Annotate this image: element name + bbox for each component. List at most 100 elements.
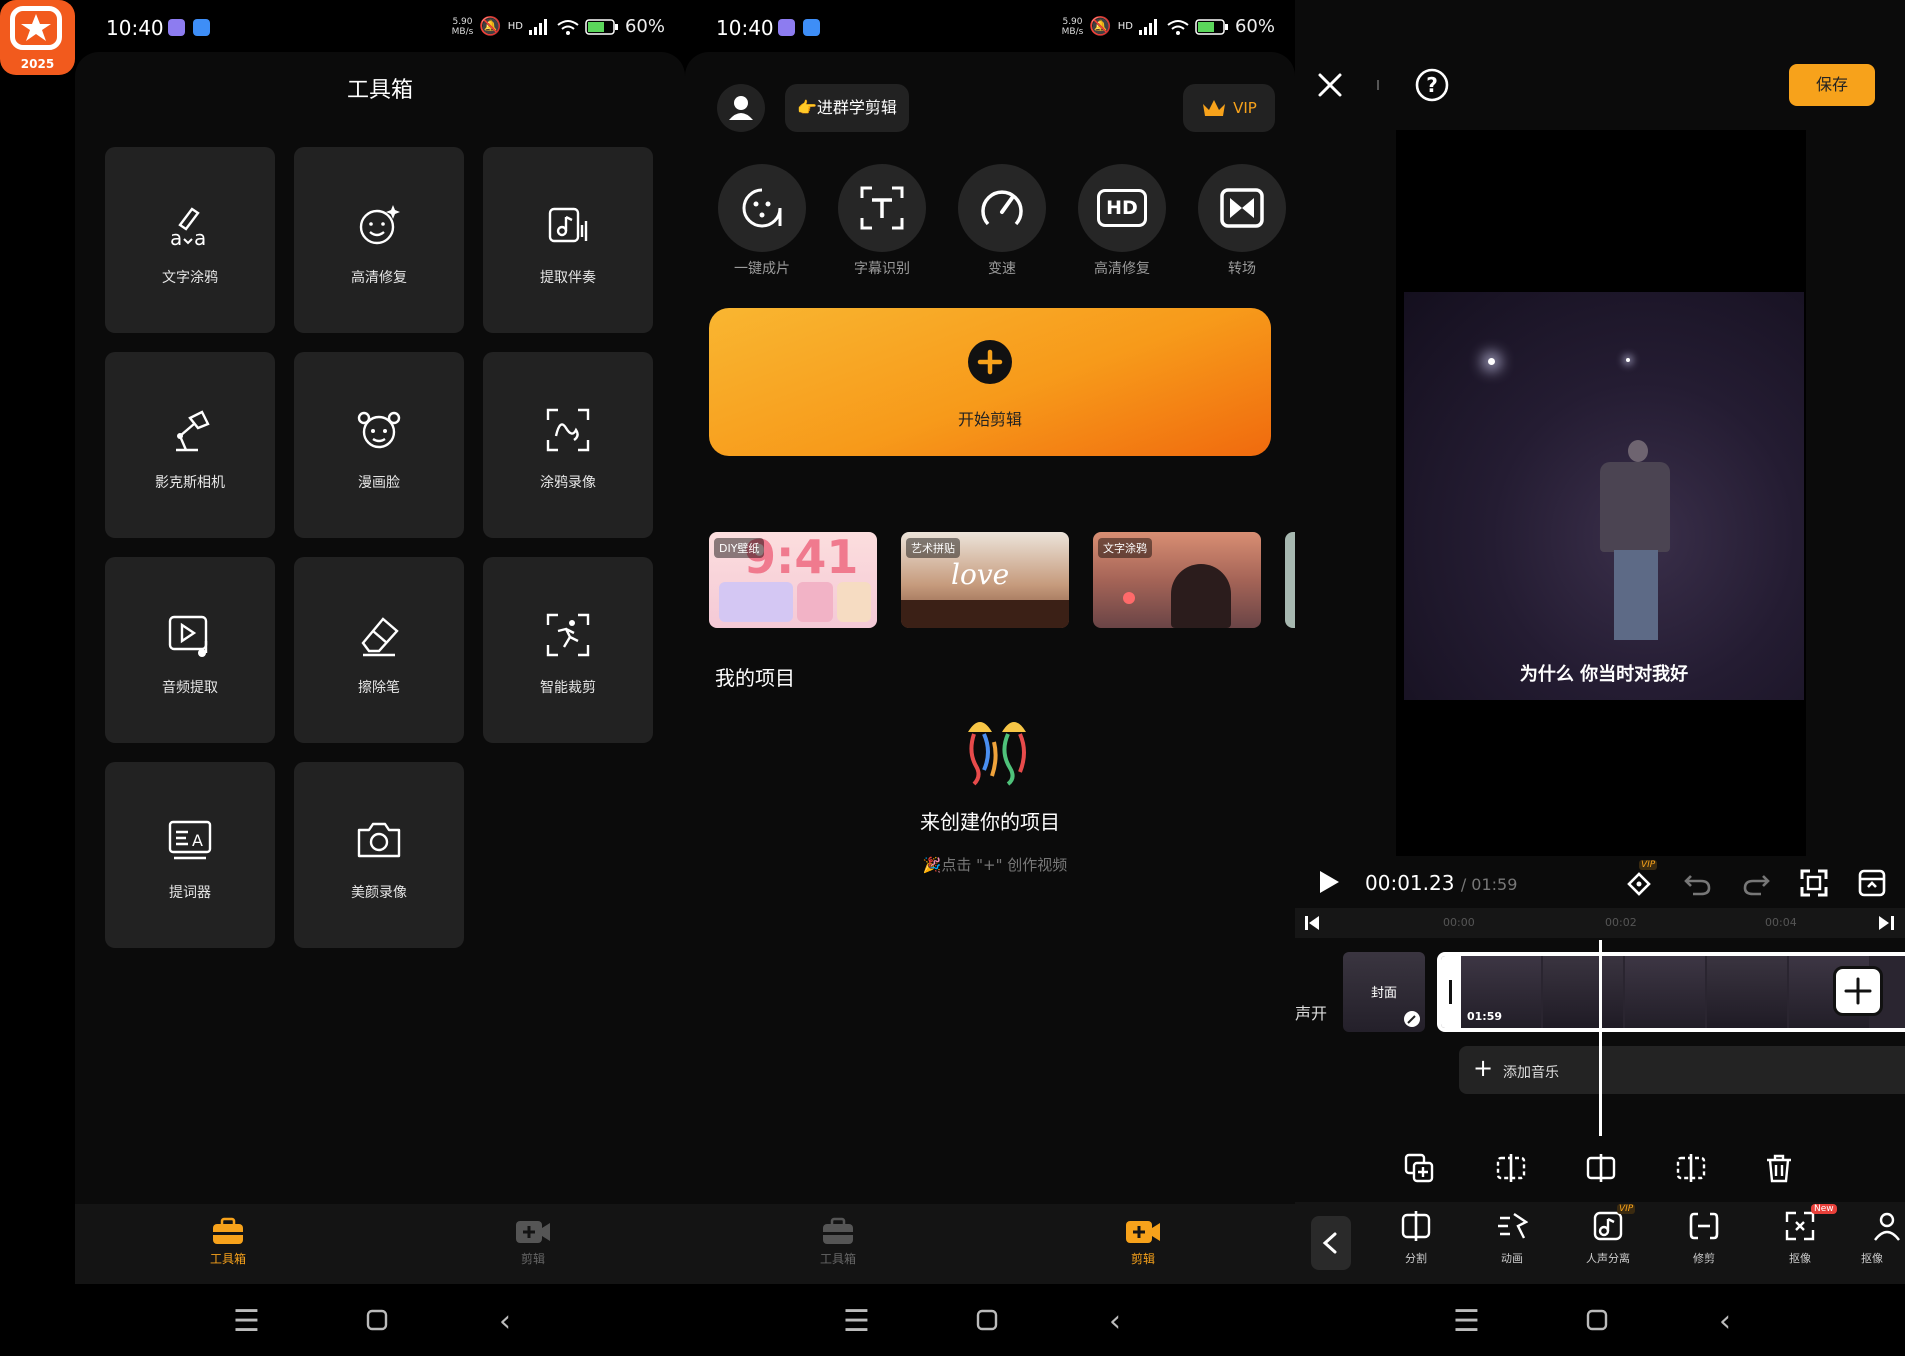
help-icon[interactable]: ? <box>1415 68 1449 102</box>
add-music-label: 添加音乐 <box>1503 1065 1559 1081</box>
tool-audio-extract[interactable]: 音频提取 <box>105 557 275 743</box>
tool-label: 智能裁剪 <box>540 680 596 696</box>
add-clip-button[interactable] <box>1833 966 1883 1016</box>
svg-text:?: ? <box>1426 73 1438 97</box>
tool-split[interactable]: 分割 <box>1381 1210 1451 1266</box>
back-icon[interactable]: ‹ <box>1719 1304 1731 1339</box>
status-time: 10:40 <box>716 16 774 40</box>
delete-icon[interactable] <box>1763 1152 1795 1184</box>
start-editing-button[interactable]: 开始剪辑 <box>709 308 1271 456</box>
home-icon[interactable] <box>1586 1309 1608 1331</box>
split-center-icon[interactable] <box>1585 1152 1617 1184</box>
nav-toolbox[interactable]: 工具箱 <box>198 1216 258 1267</box>
home-icon[interactable] <box>366 1309 388 1331</box>
doodle-record-icon <box>546 408 590 452</box>
tool-lamp-camera[interactable]: 影克斯相机 <box>105 352 275 538</box>
tool-cutout[interactable]: 抠像 New <box>1765 1204 1837 1266</box>
template-text-doodle[interactable]: 文字涂鸦 <box>1093 532 1261 628</box>
redo-icon[interactable] <box>1741 870 1771 896</box>
tool-animation[interactable]: 动画 <box>1477 1210 1547 1266</box>
tool-label: 文字涂鸦 <box>162 270 218 286</box>
tool-label: 动画 <box>1501 1252 1523 1265</box>
mute-icon: 🔕 <box>1089 16 1112 37</box>
tool-cartoon-face[interactable]: 漫画脸 <box>294 352 464 538</box>
home-icon[interactable] <box>976 1309 998 1331</box>
copy-add-icon[interactable] <box>1403 1152 1435 1184</box>
back-icon[interactable]: ‹ <box>499 1304 511 1339</box>
toolbar-back-button[interactable] <box>1311 1216 1351 1270</box>
hd-icon: HD <box>1097 189 1147 227</box>
quick-transition[interactable] <box>1198 164 1286 252</box>
keyframe-button[interactable]: VIP <box>1625 860 1661 900</box>
quick-hd[interactable]: HD <box>1078 164 1166 252</box>
nav-edit[interactable]: 剪辑 <box>503 1216 563 1267</box>
quick-one-click[interactable] <box>718 164 806 252</box>
home-panel: 👉进群学剪辑 VIP 一键成片 字幕识别 变速 HD 高清修复 转场 开始剪辑 … <box>685 52 1295 1284</box>
edit-cover-icon <box>1404 1011 1420 1027</box>
transition-icon <box>1220 188 1264 228</box>
save-button[interactable]: 保存 <box>1789 64 1875 106</box>
smart-crop-icon <box>546 613 590 657</box>
silhouette <box>901 600 1069 628</box>
tool-teleprompter[interactable]: A 提词器 <box>105 762 275 948</box>
tool-trim[interactable]: 修剪 <box>1669 1210 1739 1266</box>
menu-icon[interactable]: ☰ <box>843 1304 870 1339</box>
crown-icon <box>1203 100 1226 116</box>
tool-smart-crop[interactable]: 智能裁剪 <box>483 557 653 743</box>
vip-button[interactable]: VIP <box>1183 84 1275 132</box>
start-editing-label: 开始剪辑 <box>957 410 1022 429</box>
template-more[interactable] <box>1285 532 1295 628</box>
logo-star-icon <box>21 14 51 41</box>
template-art-collage[interactable]: love 艺术拼贴 <box>901 532 1069 628</box>
quick-subtitle[interactable] <box>838 164 926 252</box>
undo-icon[interactable] <box>1683 870 1713 896</box>
current-time: 00:01.23 <box>1365 871 1455 895</box>
network-type: HD <box>507 21 523 32</box>
cover-thumb[interactable]: 封面 <box>1343 952 1425 1032</box>
tool-hd-restore[interactable]: 高清修复 <box>294 147 464 333</box>
add-music-track[interactable]: + 添加音乐 <box>1459 1046 1905 1094</box>
clip-handle-left[interactable] <box>1441 956 1461 1028</box>
heart-card <box>797 582 833 622</box>
template-diy-wallpaper[interactable]: 9:41 DIY壁纸 <box>709 532 877 628</box>
video-preview[interactable]: 为什么 你当时对我好 <box>1396 130 1806 856</box>
tool-extract-accompaniment[interactable]: 提取伴奏 <box>483 147 653 333</box>
fullscreen-icon[interactable] <box>1799 868 1829 898</box>
singer-head <box>1628 440 1648 462</box>
tool-beauty-record[interactable]: 美颜录像 <box>294 762 464 948</box>
tool-label: 涂鸦录像 <box>540 475 596 491</box>
back-icon[interactable]: ‹ <box>1109 1304 1121 1339</box>
nav-edit[interactable]: 剪辑 <box>1113 1216 1173 1267</box>
playhead[interactable] <box>1599 940 1602 1136</box>
menu-icon[interactable]: ☰ <box>1453 1304 1480 1339</box>
tool-eraser[interactable]: 擦除笔 <box>294 557 464 743</box>
tool-doodle-record[interactable]: 涂鸦录像 <box>483 352 653 538</box>
quick-label: 一键成片 <box>734 261 790 277</box>
join-group-button[interactable]: 👉进群学剪辑 <box>785 84 909 132</box>
tool-vocal-separate[interactable]: 人声分离 VIP <box>1573 1204 1643 1266</box>
lamp-camera-icon <box>176 410 210 452</box>
jump-start-icon[interactable] <box>1305 916 1321 930</box>
chevron-left-icon <box>1322 1232 1337 1254</box>
quick-speed[interactable] <box>958 164 1046 252</box>
text-doodle-icon: aa <box>170 207 206 249</box>
close-icon[interactable] <box>1317 72 1343 98</box>
menu-icon[interactable]: ☰ <box>233 1304 260 1339</box>
vip-badge: VIP <box>1617 1204 1636 1214</box>
layout-icon[interactable] <box>1857 868 1887 898</box>
split-left-icon[interactable] <box>1495 1152 1527 1184</box>
tool-label: 抠像 <box>1789 1252 1811 1265</box>
net-speed: 5.90 MB/s <box>1061 16 1084 37</box>
jump-end-icon[interactable] <box>1879 916 1895 930</box>
split-right-icon[interactable] <box>1675 1152 1707 1184</box>
nav-toolbox[interactable]: 工具箱 <box>808 1216 868 1267</box>
empty-hint: 🎉点击 "+" 创作视频 <box>922 856 1068 874</box>
page-title: 工具箱 <box>346 78 413 103</box>
avatar[interactable] <box>717 84 765 132</box>
divider <box>1377 80 1379 90</box>
tool-text-doodle[interactable]: aa 文字涂鸦 <box>105 147 275 333</box>
face-sparkle-icon <box>359 205 400 245</box>
play-icon[interactable] <box>1317 868 1341 896</box>
tool-cutout-2[interactable]: 抠像 <box>1861 1210 1905 1266</box>
party-confetti-icon <box>968 722 1026 786</box>
